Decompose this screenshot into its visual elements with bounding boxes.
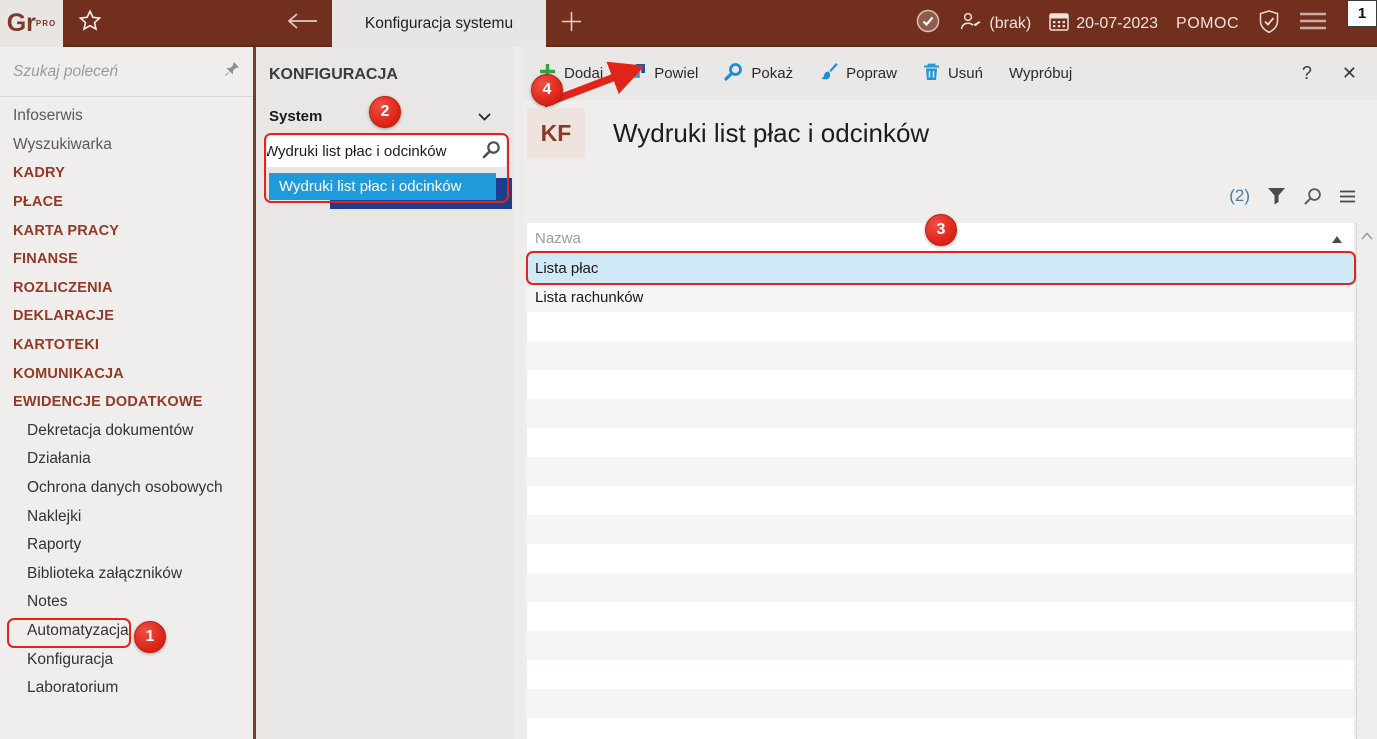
main-menu-button[interactable] [1299,11,1327,36]
shield-icon [1257,9,1281,39]
app-logo-text: Gr [6,9,36,37]
back-arrow-icon [286,12,318,35]
sidebar-item-automatyzacja[interactable]: Automatyzacja [0,617,253,646]
new-tab-button[interactable] [546,0,597,47]
sidebar-item-rozliczenia[interactable]: ROZLICZENIA [0,274,253,303]
magnifier-icon [482,140,501,164]
sidebar-item-biblioteka-zalacznikow[interactable]: Biblioteka załączników [0,560,253,589]
config-scope-value: System [269,108,323,125]
date-button[interactable]: 20-07-2023 [1049,12,1158,36]
try-button[interactable]: Wypróbuj [1009,65,1072,82]
trash-icon [923,62,940,85]
table-row-lista-plac[interactable]: Lista płac [527,253,1354,283]
list-meta: (2) [1229,186,1356,206]
back-button[interactable] [272,0,332,47]
top-bar: Gr PRO Konfiguracja systemu (brak) 20-07… [0,0,1377,47]
notification-count-badge: 1 [1347,0,1377,27]
sidebar-item-infoserwis[interactable]: Infoserwis [0,102,253,131]
sidebar-item-place[interactable]: PŁACE [0,188,253,217]
magnifier-icon [724,62,743,85]
sidebar-item-dekretacja-dokumentow[interactable]: Dekretacja dokumentów [0,417,253,446]
plus-icon [560,10,583,38]
sidebar-item-deklaracje[interactable]: DEKLARACJE [0,302,253,331]
sidebar-item-notes[interactable]: Notes [0,588,253,617]
tab-title: Konfiguracja systemu [364,14,514,32]
tab-konfiguracja-systemu[interactable]: Konfiguracja systemu [332,0,546,47]
command-search-placeholder: Szukaj poleceń [13,62,119,80]
config-search-input[interactable]: Wydruki list płac i odcinków [267,136,506,167]
sidebar-item-finanse[interactable]: FINANSE [0,245,253,274]
sidebar: Szukaj poleceń Infoserwis Wyszukiwarka K… [0,47,253,739]
duplicate-icon [629,63,646,84]
star-icon [77,8,103,39]
brush-icon [819,62,838,85]
magnifier-icon[interactable] [1303,187,1322,206]
calendar-icon [1049,12,1069,36]
sidebar-nav: Infoserwis Wyszukiwarka KADRY PŁACE KART… [0,97,253,702]
entity-badge: KF [527,108,585,158]
results-table: Nazwa Lista płac Lista rachunków [527,223,1354,739]
dropdown-item-wydruki[interactable]: Wydruki list płac i odcinków [269,173,496,200]
record-count: (2) [1229,186,1250,205]
user-label: (brak) [989,14,1032,32]
close-button[interactable]: ✕ [1342,63,1357,84]
app-logo-pro: PRO [35,19,57,28]
sidebar-item-naklejki[interactable]: Naklejki [0,502,253,531]
duplicate-button[interactable]: Powiel [629,63,698,84]
check-circle-icon [915,8,941,39]
sidebar-item-ochrona-danych-osobowych[interactable]: Ochrona danych osobowych [0,474,253,503]
main-panel: Dodaj Powiel Pokaż Popraw Usuń Wypróbuj … [524,47,1377,739]
filter-icon[interactable] [1267,187,1286,205]
notification-count: 1 [1357,5,1367,22]
column-header-nazwa[interactable]: Nazwa [527,223,1354,253]
sidebar-item-raporty[interactable]: Raporty [0,531,253,560]
sidebar-item-kartoteki[interactable]: KARTOTEKI [0,331,253,360]
scrollbar [1356,223,1377,739]
add-button[interactable]: Dodaj [539,63,603,84]
sort-asc-icon [1332,230,1342,247]
toolbar-right: ? ✕ [1302,63,1377,84]
table-row-lista-rachunkow[interactable]: Lista rachunków [527,283,1354,312]
app-logo: Gr PRO [0,0,63,47]
sidebar-item-karta-pracy[interactable]: KARTA PRACY [0,216,253,245]
show-button[interactable]: Pokaż [724,62,793,85]
config-search-value: Wydruki list płac i odcinków [267,143,447,160]
plus-icon [539,63,556,84]
scroll-up-icon[interactable] [1360,231,1374,240]
delete-button[interactable]: Usuń [923,62,983,85]
list-icon[interactable] [1339,190,1356,203]
config-panel-title: KONFIGURACJA [269,66,398,83]
sidebar-item-wyszukiwarka[interactable]: Wyszukiwarka [0,131,253,160]
help-label: POMOC [1176,14,1239,32]
toolbar: Dodaj Powiel Pokaż Popraw Usuń Wypróbuj … [524,47,1377,100]
chevron-down-icon [478,108,491,126]
help-button[interactable]: ? [1302,63,1312,84]
date-label: 20-07-2023 [1076,14,1159,32]
sidebar-item-komunikacja[interactable]: KOMUNIKACJA [0,359,253,388]
security-button[interactable] [1257,9,1281,39]
person-icon [959,11,982,36]
command-search[interactable]: Szukaj poleceń [0,47,253,97]
app-window: Gr PRO Konfiguracja systemu (brak) 20-07… [0,0,1377,739]
user-button[interactable]: (brak) [959,11,1031,36]
hamburger-icon [1299,11,1327,36]
help-menu[interactable]: POMOC [1176,15,1239,33]
sidebar-item-kadry[interactable]: KADRY [0,159,253,188]
sidebar-item-laboratorium[interactable]: Laboratorium [0,674,253,703]
page-title: Wydruki list płac i odcinków [613,118,930,148]
favorites-button[interactable] [63,0,117,47]
pin-icon[interactable] [224,61,240,82]
empty-rows [527,312,1354,739]
main-content: KF Wydruki list płac i odcinków (2) Nazw… [524,100,1377,739]
edit-button[interactable]: Popraw [819,62,897,85]
sidebar-item-dzialania[interactable]: Działania [0,445,253,474]
top-bar-right: (brak) 20-07-2023 POMOC [915,0,1377,47]
panel-scroll-gutter [513,47,524,739]
sidebar-item-konfiguracja[interactable]: Konfiguracja [0,645,253,674]
sidebar-item-ewidencje-dodatkowe[interactable]: EWIDENCJE DODATKOWE [0,388,253,417]
status-check-button[interactable] [915,8,941,39]
config-panel: KONFIGURACJA System Wydruki list płac i … [256,47,524,739]
config-scope-select[interactable]: System [265,102,497,131]
